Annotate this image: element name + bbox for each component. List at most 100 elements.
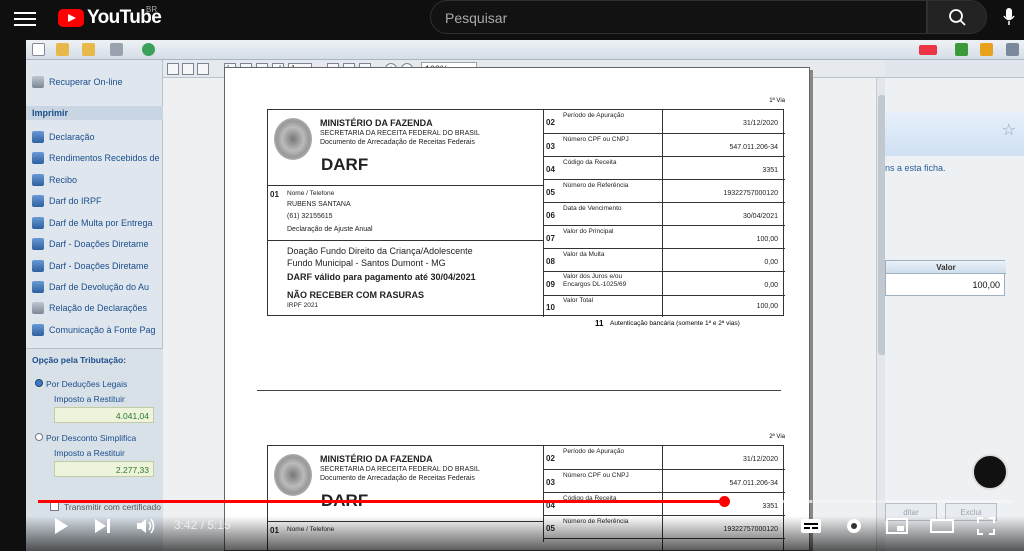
youtube-logo[interactable]: YouTube BR	[58, 5, 168, 31]
document-icon	[32, 302, 44, 314]
document-page: 1ª Via MINISTÉRIO DA FAZENDA SECRETARIA …	[224, 67, 810, 551]
radio-desconto[interactable]	[35, 433, 43, 441]
scrubber-knob[interactable]	[719, 496, 730, 507]
printer-icon	[32, 174, 44, 186]
field-row: 08 Valor da Multa 0,00	[544, 249, 785, 272]
save-icon[interactable]	[167, 63, 179, 75]
field-row: 06 Data de Vencimento 30/04/2021	[544, 203, 785, 226]
settings-gear-icon[interactable]	[844, 516, 864, 536]
new-file-icon[interactable]	[32, 43, 45, 56]
printer-icon	[32, 195, 44, 207]
cut-line	[257, 390, 781, 391]
darf-info: Doação Fundo Direito da Criança/Adolesce…	[268, 241, 544, 317]
field-row: 05Número de Referência19322757000120	[544, 180, 785, 203]
documento-text: Documento de Arrecadação de Receitas Fed…	[320, 475, 475, 482]
volume-icon[interactable]	[135, 516, 157, 536]
menu-darf-devolucao[interactable]: Darf de Devolução do Au	[32, 279, 166, 295]
printer-icon	[32, 131, 44, 143]
menu-darf-doacoes-2[interactable]: Darf - Doações Diretame	[32, 258, 166, 274]
country-code: BR	[146, 5, 158, 14]
next-icon[interactable]	[92, 516, 114, 536]
secretaria-text: SECRETARIA DA RECEITA FEDERAL DO BRASIL	[320, 466, 480, 473]
section-imprimir: Imprimir	[26, 106, 163, 120]
valor-header: Valor	[886, 261, 1006, 274]
trash-icon[interactable]	[110, 43, 123, 56]
progress-bar[interactable]	[38, 496, 1013, 507]
contribuinte-telefone: (61) 32155615	[287, 213, 333, 220]
channel-watermark-icon[interactable]	[972, 454, 1008, 490]
miniplayer-icon[interactable]	[886, 516, 908, 536]
printer-icon	[32, 324, 44, 336]
doacao-line-1: Doação Fundo Direito da Criança/Adolesce…	[287, 246, 473, 256]
field-row: 04 Código da Receita 3351	[544, 157, 785, 180]
menu-relacao-declaracoes[interactable]: Relação de Declarações	[32, 300, 166, 316]
star-icon[interactable]: ☆	[1002, 120, 1016, 140]
open-folder-icon[interactable]	[56, 43, 69, 56]
home-icon[interactable]	[980, 43, 993, 56]
subtitles-icon[interactable]	[800, 516, 822, 536]
time-display: 3:42 / 5:15	[174, 518, 231, 532]
fullscreen-icon[interactable]	[976, 516, 996, 536]
menu-darf-doacoes-1[interactable]: Darf - Doações Diretame	[32, 236, 166, 252]
menu-icon[interactable]	[14, 8, 36, 28]
valor-table: Valor 100,00	[885, 260, 1006, 296]
field-row: 10 Valor Total 100,00	[546, 297, 778, 312]
transmitir-label[interactable]: Transmitir com certificado	[64, 502, 161, 512]
search-input[interactable]: Pesquisar	[430, 0, 927, 34]
secretaria-text: SECRETARIA DA RECEITA FEDERAL DO BRASIL	[320, 130, 480, 137]
field-01: 01 Nome / Telefone RUBENS SANTANA (61) 3…	[268, 186, 544, 241]
cloud-icon	[32, 76, 44, 88]
brasao-seal	[274, 454, 312, 496]
buffer-fill	[724, 500, 812, 503]
radio-deducoes[interactable]	[35, 379, 43, 387]
menu-darf-irpf[interactable]: Darf do IRPF	[32, 193, 166, 209]
auth-text: Autenticação bancária (somente 1ª e 2ª v…	[610, 320, 740, 327]
video-player[interactable]: Recuperar On-line Imprimir Declaração Re…	[26, 40, 1024, 551]
printer-icon	[32, 281, 44, 293]
ficha-text: ns a esta ficha.	[885, 163, 946, 173]
youtube-header: YouTube BR Pesquisar	[0, 0, 1024, 38]
valor-cell[interactable]: 100,00	[972, 280, 1000, 290]
theater-mode-icon[interactable]	[930, 516, 954, 536]
refresh-icon[interactable]	[142, 43, 155, 56]
darf-header-2: MINISTÉRIO DA FAZENDA SECRETARIA DA RECE…	[268, 446, 544, 522]
recuperar-online[interactable]: Recuperar On-line	[32, 74, 166, 90]
ministerio-title: MINISTÉRIO DA FAZENDA	[320, 454, 433, 464]
folder-icon[interactable]	[82, 43, 95, 56]
print-icon[interactable]	[182, 63, 194, 75]
darf-title: DARF	[321, 155, 369, 174]
field-row: 04 Código da Receita 3351	[544, 493, 785, 516]
settings-icon[interactable]	[1006, 43, 1019, 56]
contribuinte-nome: RUBENS SANTANA	[287, 201, 351, 208]
search-button[interactable]	[927, 0, 987, 34]
imposto-label-1: Imposto a Restituir	[54, 394, 125, 404]
menu-rendimentos[interactable]: Rendimentos Recebidos de	[32, 150, 166, 166]
search-icon	[949, 9, 966, 26]
documento-text: Documento de Arrecadação de Receitas Fed…	[320, 139, 475, 146]
radio-desconto-label[interactable]: Por Desconto Simplifica	[46, 433, 136, 443]
imposto-value-1: 4.041,04	[54, 407, 154, 423]
imposto-label-2: Imposto a Restituir	[54, 448, 125, 458]
doacao-line-2: Fundo Municipal - Santos Dumont - MG	[287, 258, 446, 268]
field-row: 02 Período de Apuração 31/12/2020	[544, 110, 785, 134]
microphone-icon[interactable]	[1003, 8, 1015, 26]
irpf-year: IRPF 2021	[287, 302, 319, 309]
current-time: 3:42	[174, 518, 198, 532]
radio-deducoes-label[interactable]: Por Deduções Legais	[46, 379, 127, 389]
menu-comunicacao-fonte[interactable]: Comunicação à Fonte Pag	[32, 322, 166, 338]
transmitir-checkbox[interactable]	[50, 502, 59, 511]
menu-darf-multa[interactable]: Darf de Multa por Entrega	[32, 215, 166, 231]
ministerio-title: MINISTÉRIO DA FAZENDA	[320, 118, 433, 128]
printer-icon	[32, 152, 44, 164]
play-icon[interactable]	[52, 516, 70, 536]
progress-fill	[38, 500, 724, 503]
app-toolbar	[26, 40, 1024, 60]
printer-icon	[32, 217, 44, 229]
menu-recibo[interactable]: Recibo	[32, 172, 166, 188]
field-01-number: 01	[270, 190, 279, 199]
field-row: 03 Número CPF ou CNPJ 547.011.206-34	[544, 470, 785, 493]
imposto-value-2: 2.277,33	[54, 461, 154, 477]
menu-declaracao[interactable]: Declaração	[32, 129, 166, 145]
reload-icon[interactable]	[197, 63, 209, 75]
chat-icon[interactable]	[955, 43, 968, 56]
